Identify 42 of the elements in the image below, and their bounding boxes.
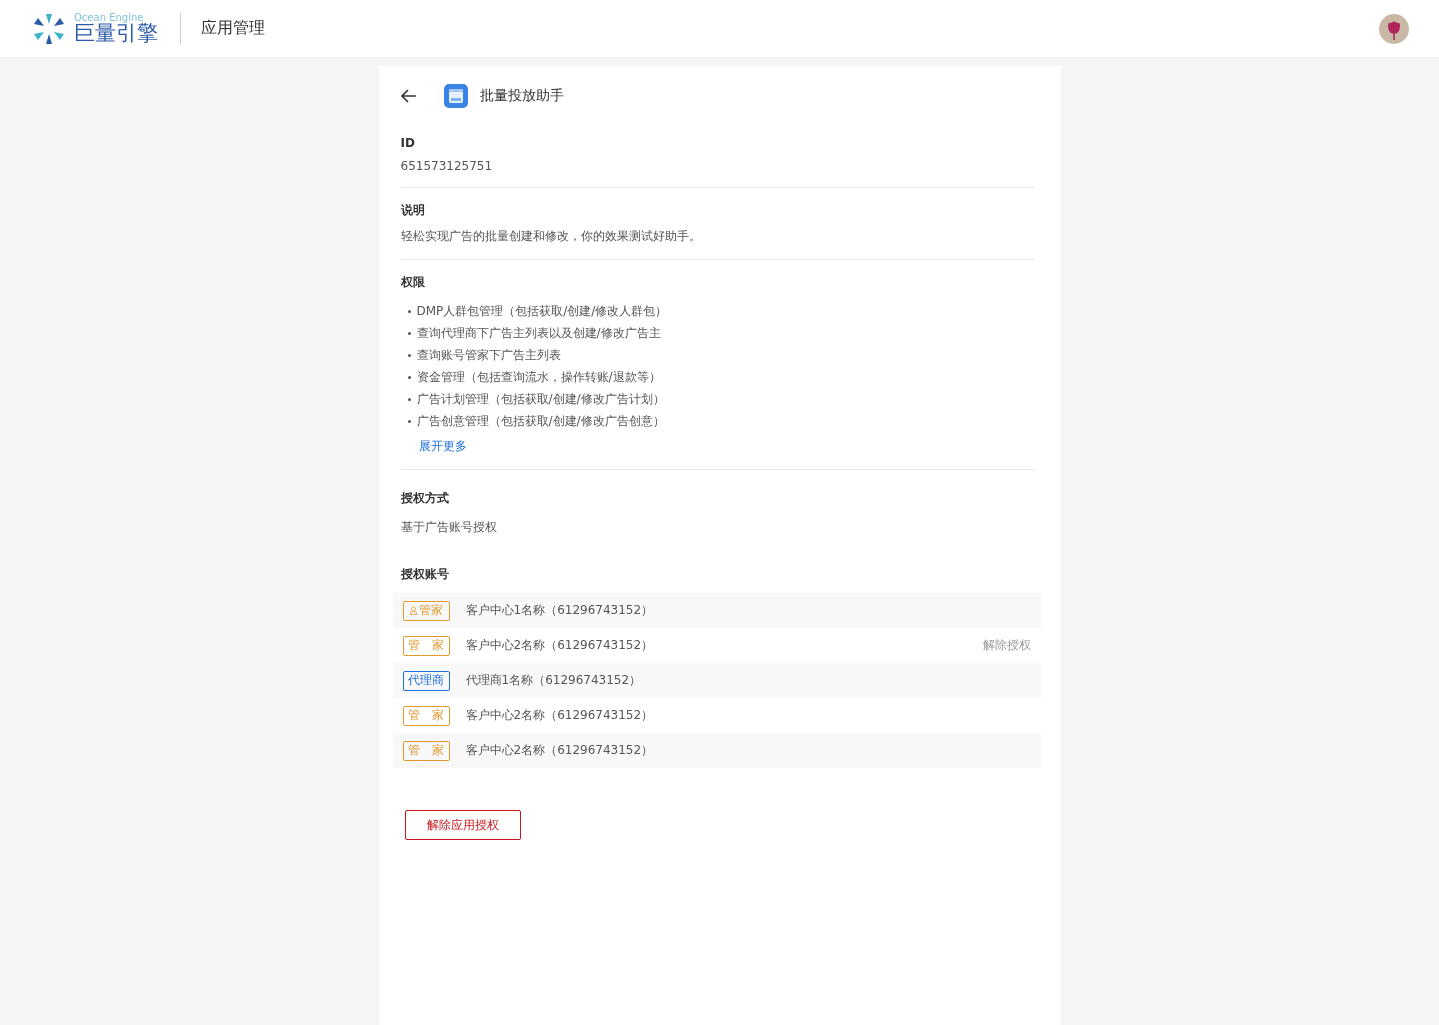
account-type-tag: 代理商 bbox=[402, 670, 450, 691]
permission-item: 广告创意管理（包括获取/创建/修改广告创意） bbox=[416, 412, 665, 430]
permission-item: 广告计划管理（包括获取/创建/修改广告计划） bbox=[416, 390, 665, 408]
section-label: 授权账号 bbox=[400, 566, 450, 583]
auth-method-value: 基于广告账号授权 bbox=[400, 519, 498, 536]
permission-item: 查询代理商下广告主列表以及创建/修改广告主 bbox=[416, 324, 661, 342]
revoke-link[interactable]: 解除授权 bbox=[982, 637, 1031, 654]
description-text: 轻松实现广告的批量创建和修改，你的效果测试好助手。 bbox=[400, 228, 702, 245]
account-name: 客户中心2名称（61296743152） bbox=[465, 637, 655, 654]
bullet-icon bbox=[407, 375, 411, 379]
expand-more-link[interactable]: 展开更多 bbox=[418, 438, 467, 455]
bullet-icon bbox=[407, 331, 411, 335]
id-value: 651573125751 bbox=[400, 159, 494, 173]
section-label: 授权方式 bbox=[400, 490, 450, 507]
section-label: 说明 bbox=[400, 202, 426, 219]
app-window-icon bbox=[443, 84, 468, 108]
avatar-flower-icon[interactable] bbox=[1379, 13, 1409, 44]
revoke-app-button[interactable]: 解除应用授权 bbox=[404, 810, 521, 840]
section-label: 权限 bbox=[400, 274, 426, 291]
logo-wordmark: 巨量引擎 bbox=[74, 23, 158, 44]
account-type-tag: 管家 bbox=[402, 600, 450, 621]
account-name: 客户中心2名称（61296743152） bbox=[465, 707, 655, 724]
app-name: 批量投放助手 bbox=[479, 87, 564, 105]
logo-subtitle: Ocean Engine bbox=[74, 13, 145, 23]
user-icon bbox=[409, 606, 418, 615]
bullet-icon bbox=[407, 353, 411, 357]
permission-item: 查询账号管家下广告主列表 bbox=[416, 346, 561, 364]
bullet-icon bbox=[407, 309, 411, 313]
pinwheel-logo-icon bbox=[32, 11, 66, 46]
account-name: 客户中心2名称（61296743152） bbox=[465, 742, 655, 759]
bullet-icon bbox=[407, 397, 411, 401]
section-label: ID bbox=[400, 136, 416, 150]
account-type-tag: 管 家 bbox=[402, 635, 450, 656]
account-name: 代理商1名称（61296743152） bbox=[465, 672, 643, 689]
account-type-tag: 管 家 bbox=[402, 705, 450, 726]
account-name: 客户中心1名称（61296743152） bbox=[465, 602, 655, 619]
account-type-tag: 管 家 bbox=[402, 740, 450, 761]
bullet-icon bbox=[407, 419, 411, 423]
back-arrow-icon[interactable] bbox=[400, 89, 417, 103]
permission-item: DMP人群包管理（包括获取/创建/修改人群包） bbox=[416, 302, 668, 320]
page-title: 应用管理 bbox=[201, 18, 265, 39]
permission-item: 资金管理（包括查询流水，操作转账/退款等） bbox=[416, 368, 661, 386]
